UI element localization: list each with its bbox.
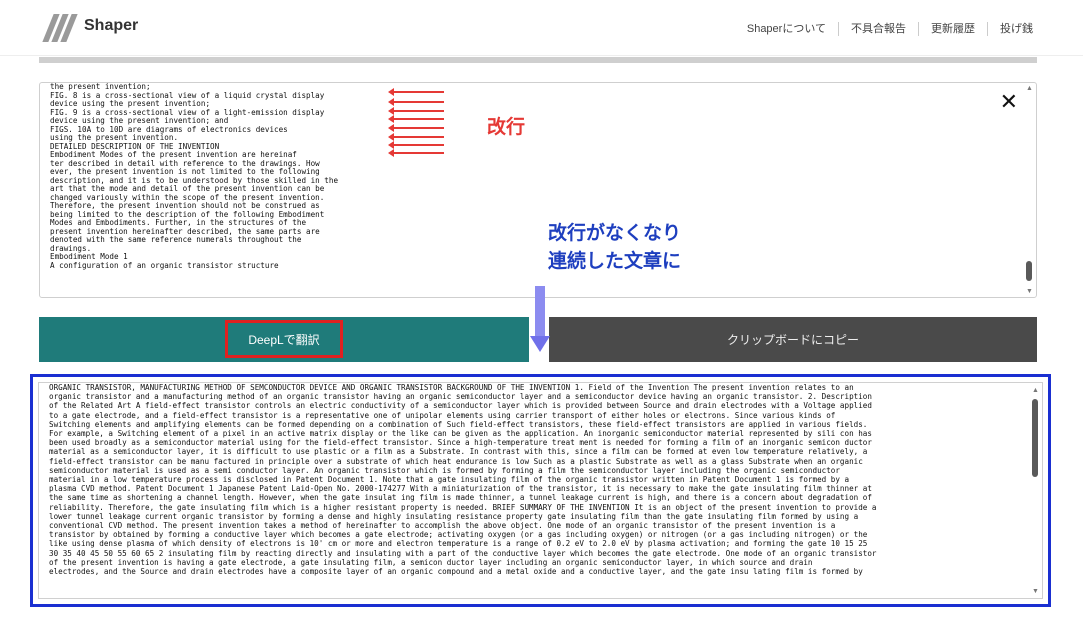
output-text-line: to a gate electrode, and a field-effect … (49, 410, 836, 420)
newline-arrow-icon (388, 115, 444, 123)
output-text-line: of the present invention is having a gat… (49, 557, 813, 567)
nav-about-link[interactable]: Shaperについて (735, 22, 838, 36)
output-text-line: material in a low temperature process is… (49, 475, 850, 485)
top-nav: Shaperについて 不具合報告 更新履歴 投げ銭 (735, 22, 1045, 36)
output-text-line: semiconductor material is used as a semi… (49, 465, 840, 475)
output-text-line: been used broadly as a semiconductor mat… (49, 438, 872, 448)
scroll-up-arrow-icon[interactable]: ▲ (1032, 387, 1039, 394)
output-text-line: of the Related Art A field-effect transi… (49, 401, 872, 411)
newline-annotation: 改行 (487, 117, 526, 138)
newline-arrow-icon (388, 141, 444, 149)
output-text-line: organic transistor and a manufacturing m… (49, 392, 872, 402)
result-annotation: 改行がなくなり 連続した文章に (548, 220, 681, 276)
output-textarea[interactable]: ORGANIC TRANSISTOR, MANUFACTURING METHOD… (38, 382, 1043, 599)
output-text-line: the same time as shortening a channel le… (49, 493, 872, 503)
newline-arrow-icon (388, 133, 444, 141)
output-text-line: like using dense plasma of which density… (49, 539, 868, 549)
output-highlight-frame: ORGANIC TRANSISTOR, MANUFACTURING METHOD… (30, 374, 1051, 607)
down-arrow-icon (530, 286, 550, 356)
nav-changelog-link[interactable]: 更新履歴 (918, 22, 987, 36)
output-text[interactable]: ORGANIC TRANSISTOR, MANUFACTURING METHOD… (49, 383, 1024, 576)
source-text-line: denoted with the same reference numerals… (50, 235, 302, 244)
close-icon[interactable]: ✕ (1000, 91, 1018, 113)
scroll-down-arrow-icon[interactable]: ▼ (1026, 288, 1033, 295)
output-text-line: reliability. Therefore, the gate insulat… (49, 502, 877, 512)
newline-arrow-icon (388, 88, 444, 96)
newline-arrow-icon (388, 124, 444, 132)
source-text[interactable]: the present invention; FIG. 8 is a cross-… (50, 83, 390, 270)
output-text-line: ORGANIC TRANSISTOR, MANUFACTURING METHOD… (49, 383, 854, 392)
output-text-line: transistor by obtained by forming a cond… (49, 530, 868, 540)
scroll-down-arrow-icon[interactable]: ▼ (1032, 588, 1039, 595)
newline-arrow-icon (388, 98, 444, 106)
output-text-line: electrodes, and the Source and drain ele… (49, 567, 863, 577)
nav-bug-report-link[interactable]: 不具合報告 (838, 22, 918, 36)
shaper-logo-icon[interactable] (42, 14, 78, 42)
output-text-line: lower tunnel leakage current organic tra… (49, 511, 859, 521)
output-text-line: field-effect transistor can be manu fact… (49, 456, 863, 466)
app-header: Shaper Shaperについて 不具合報告 更新履歴 投げ銭 (0, 0, 1083, 56)
output-text-line: For example, a Switching element of a pi… (49, 429, 872, 439)
source-text-line: A configuration of an organic transistor… (50, 260, 279, 270)
source-scrollbar[interactable]: ▲ ▼ (1024, 85, 1034, 295)
output-text-line: 30 35 40 45 50 55 60 65 2 insulating fil… (49, 548, 877, 558)
deepl-translate-label: DeepLで翻訳 (225, 320, 343, 358)
result-annotation-line1: 改行がなくなり (548, 223, 682, 244)
output-text-line: Switching elements and amplifying elemen… (49, 419, 868, 429)
app-title[interactable]: Shaper (84, 17, 138, 35)
newline-arrow-icon (388, 149, 444, 157)
copy-to-clipboard-button[interactable]: クリップボードにコピー (549, 317, 1037, 362)
output-scrollbar[interactable]: ▲ ▼ (1030, 387, 1040, 595)
output-text-line: conventional CVD method. The present inv… (49, 521, 836, 531)
nav-donate-link[interactable]: 投げ銭 (987, 22, 1045, 36)
scroll-thumb[interactable] (1026, 261, 1032, 281)
newline-arrow-icon (388, 107, 444, 115)
deepl-translate-button[interactable]: DeepLで翻訳 (39, 317, 529, 362)
result-annotation-line2: 連続した文章に (548, 251, 682, 272)
output-text-line: plasma CVD method. Patent Document 1 Jap… (49, 484, 872, 494)
source-textarea[interactable]: the present invention; FIG. 8 is a cross-… (39, 82, 1037, 298)
scroll-thumb[interactable] (1032, 399, 1038, 477)
output-text-line: material as a semiconductor layer, it is… (49, 447, 868, 457)
divider-bar (39, 57, 1037, 63)
scroll-up-arrow-icon[interactable]: ▲ (1026, 85, 1033, 92)
